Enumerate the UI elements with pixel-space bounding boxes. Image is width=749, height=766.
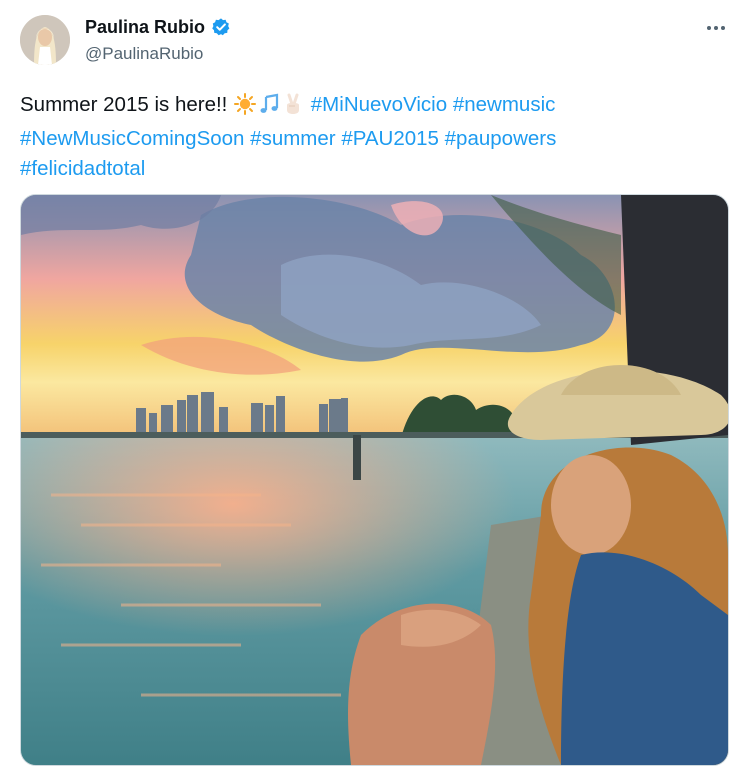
hashtag-link[interactable]: #NewMusicComingSoon <box>20 127 244 150</box>
hashtag-link[interactable]: #newmusic <box>453 93 556 116</box>
victory-hand-emoji-icon <box>282 93 304 124</box>
tweet-photo[interactable] <box>20 194 729 766</box>
tweet-text-prefix: Summer 2015 is here!! <box>20 93 228 116</box>
more-options-icon[interactable] <box>703 17 729 39</box>
avatar[interactable] <box>20 15 70 65</box>
verified-badge-icon <box>211 17 231 37</box>
hashtag-link[interactable]: #MiNuevoVicio <box>311 93 447 116</box>
hashtag-link[interactable]: #paupowers <box>445 127 557 150</box>
tweet-card: Paulina Rubio @PaulinaRubio Summer 2015 … <box>0 0 749 766</box>
author-display-name[interactable]: Paulina Rubio <box>85 16 205 38</box>
hashtag-link[interactable]: #PAU2015 <box>341 127 439 150</box>
sun-emoji-icon <box>234 93 257 124</box>
author-name-row: Paulina Rubio <box>85 16 231 38</box>
hashtag-link[interactable]: #felicidadtotal <box>20 157 145 180</box>
tweet-text: Summer 2015 is here!! #MiNuevoVicio #new… <box>20 90 720 184</box>
music-notes-emoji-icon <box>258 93 280 124</box>
hashtag-link[interactable]: #summer <box>250 127 335 150</box>
author-handle[interactable]: @PaulinaRubio <box>85 43 203 65</box>
